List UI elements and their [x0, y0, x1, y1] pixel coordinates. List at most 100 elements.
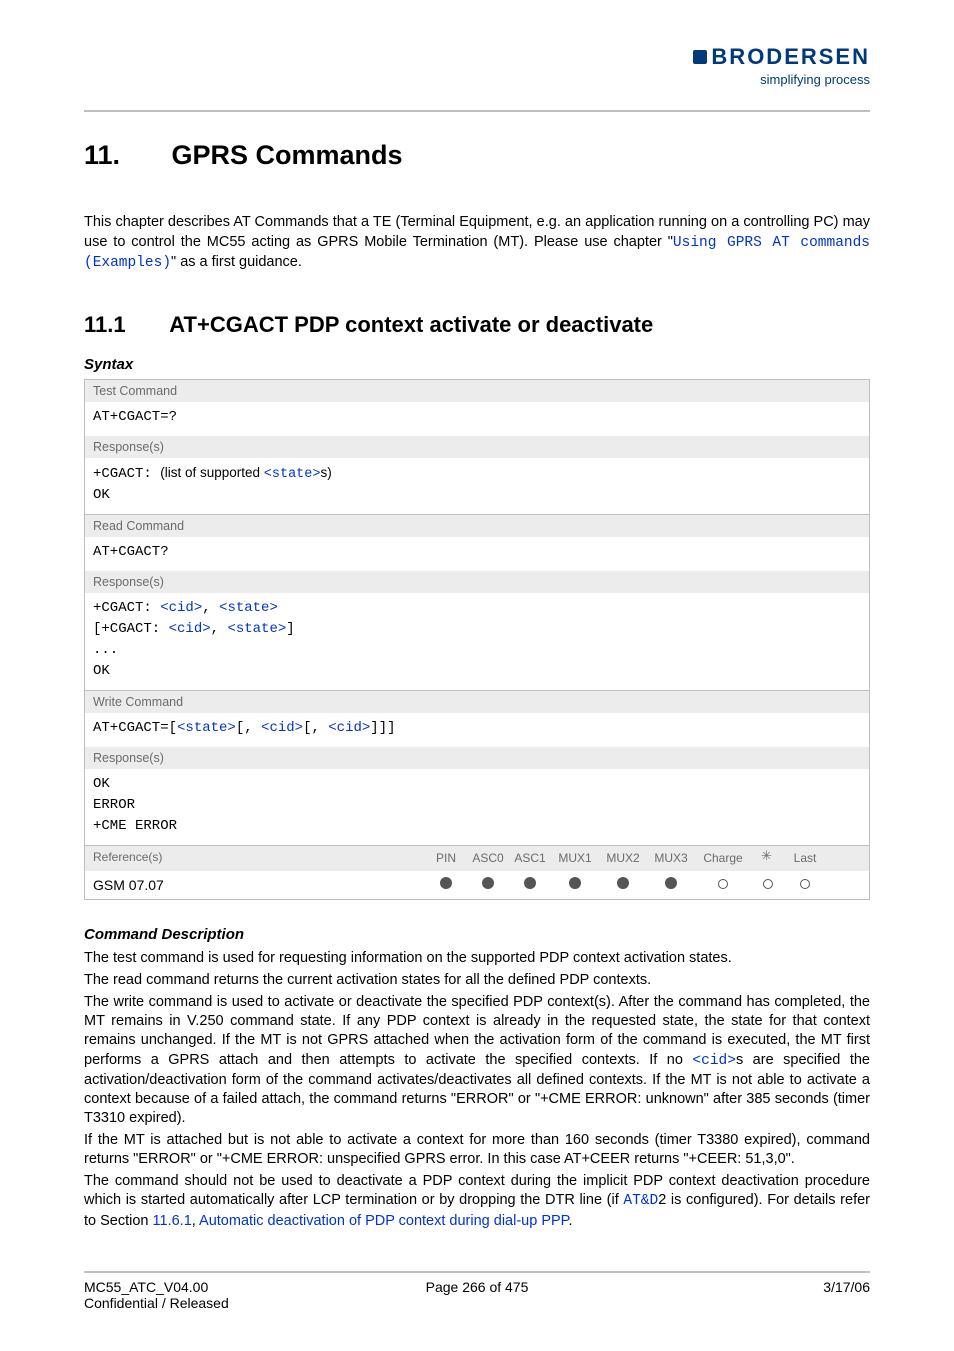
write-response-label: Response(s) [85, 747, 869, 769]
col-airplane-icon [751, 850, 785, 867]
desc-p4: If the MT is attached but is not able to… [84, 1131, 870, 1169]
cid-param[interactable]: <cid> [261, 720, 303, 736]
page-footer: MC55_ATC_V04.00 Confidential / Released … [84, 1271, 870, 1311]
syntax-table: Test Command AT+CGACT=? Response(s) +CGA… [84, 379, 870, 900]
brand-tagline: simplifying process [693, 72, 870, 87]
test-response-body: +CGACT: (list of supported <state>s) OK [85, 458, 869, 514]
dot-pin [425, 877, 467, 892]
write-ok: OK [93, 774, 861, 795]
read-command-row: Read Command AT+CGACT? Response(s) +CGAC… [85, 515, 869, 691]
state-param[interactable]: <state> [219, 600, 278, 616]
col-asc0: ASC0 [467, 851, 509, 865]
chapter-heading: 11. GPRS Commands [84, 140, 870, 171]
atd-link[interactable]: AT&D [623, 1193, 658, 1209]
resp-prefix: +CGACT: [93, 466, 160, 482]
dot-mux3 [647, 877, 695, 892]
reference-label: Reference(s) [85, 846, 425, 871]
section-title-link[interactable]: Automatic deactivation of PDP context du… [199, 1213, 568, 1229]
command-description-heading: Command Description [84, 926, 870, 943]
w-m1: [, [236, 720, 261, 736]
w-m2: [, [303, 720, 328, 736]
test-command-text: AT+CGACT=? [93, 407, 861, 428]
read-response-body: +CGACT: <cid>, <state> [+CGACT: <cid>, <… [85, 593, 869, 690]
footer-doc-id: MC55_ATC_V04.00 [84, 1279, 346, 1295]
state-param[interactable]: <state> [227, 621, 286, 637]
intro-paragraph: This chapter describes AT Commands that … [84, 213, 870, 274]
dot-charge [695, 878, 751, 892]
chapter-number: 11. [84, 140, 164, 171]
desc-p5: The command should not be used to deacti… [84, 1172, 870, 1230]
desc-p5c: , [192, 1213, 199, 1229]
dot-last [785, 878, 825, 892]
write-response-body: OK ERROR +CME ERROR [85, 769, 869, 845]
intro-text-2: " as a first guidance. [171, 254, 302, 270]
w-pre: AT+CGACT=[ [93, 720, 177, 736]
test-command-label: Test Command [85, 380, 869, 402]
section-title: AT+CGACT PDP context activate or deactiv… [169, 312, 653, 337]
read-dots: ... [93, 640, 861, 661]
cid-param[interactable]: <cid> [328, 720, 370, 736]
footer-confidential: Confidential / Released [84, 1295, 346, 1311]
write-error: ERROR [93, 795, 861, 816]
comma1: , [202, 600, 219, 616]
resp-mid: (list of supported [160, 465, 264, 480]
write-command-label: Write Command [85, 691, 869, 713]
state-param[interactable]: <state> [264, 467, 321, 482]
footer-left: MC55_ATC_V04.00 Confidential / Released [84, 1279, 346, 1311]
airplane-mode-icon [761, 850, 775, 864]
read-line2-pre: [+CGACT: [93, 621, 169, 637]
chapter-title: GPRS Commands [172, 140, 403, 170]
reference-columns-header: PIN ASC0 ASC1 MUX1 MUX2 MUX3 Charge Last [425, 846, 869, 871]
col-pin: PIN [425, 851, 467, 865]
read-command-text: AT+CGACT? [93, 542, 861, 563]
col-mux3: MUX3 [647, 851, 695, 865]
page-header: BRODERSEN simplifying process [84, 44, 870, 112]
cid-param[interactable]: <cid> [160, 600, 202, 616]
w-suf: ]]] [370, 720, 395, 736]
brand-name: BRODERSEN [711, 44, 870, 70]
dot-airplane [751, 878, 785, 892]
dot-asc0 [467, 877, 509, 892]
read-command-label: Read Command [85, 515, 869, 537]
cid-param[interactable]: <cid> [692, 1053, 736, 1069]
brand-logo: BRODERSEN [693, 44, 870, 70]
dot-asc1 [509, 877, 551, 892]
col-charge: Charge [695, 851, 751, 865]
col-asc1: ASC1 [509, 851, 551, 865]
col-last: Last [785, 851, 825, 865]
dot-mux2 [599, 877, 647, 892]
desc-p5d: . [568, 1213, 572, 1229]
section-heading: 11.1 AT+CGACT PDP context activate or de… [84, 312, 870, 338]
read-line1-pre: +CGACT: [93, 600, 160, 616]
desc-p1: The test command is used for requesting … [84, 949, 870, 968]
footer-date: 3/17/06 [608, 1279, 870, 1311]
reference-row: Reference(s) PIN ASC0 ASC1 MUX1 MUX2 MUX… [85, 846, 869, 899]
brand-block: BRODERSEN simplifying process [693, 44, 870, 87]
write-cme: +CME ERROR [93, 816, 861, 837]
test-ok: OK [93, 485, 861, 506]
write-command-text: AT+CGACT=[<state>[, <cid>[, <cid>]]] [93, 718, 861, 739]
desc-p3: The write command is used to activate or… [84, 993, 870, 1128]
desc-p2: The read command returns the current act… [84, 971, 870, 990]
test-command-row: Test Command AT+CGACT=? Response(s) +CGA… [85, 380, 869, 515]
section-number: 11.1 [84, 312, 164, 338]
cid-param[interactable]: <cid> [169, 621, 211, 637]
reference-dots [425, 871, 869, 899]
syntax-heading: Syntax [84, 356, 870, 373]
read-response-label: Response(s) [85, 571, 869, 593]
col-mux1: MUX1 [551, 851, 599, 865]
read-line2-suf: ] [286, 621, 294, 637]
state-param[interactable]: <state> [177, 720, 236, 736]
resp-suffix: s) [321, 465, 332, 480]
comma2: , [211, 621, 228, 637]
footer-page-number: Page 266 of 475 [346, 1279, 608, 1311]
read-ok: OK [93, 661, 861, 682]
section-link[interactable]: 11.6.1 [153, 1213, 192, 1229]
command-description: Command Description The test command is … [84, 926, 870, 1231]
logo-square-icon [693, 50, 707, 64]
write-command-row: Write Command AT+CGACT=[<state>[, <cid>[… [85, 691, 869, 846]
col-mux2: MUX2 [599, 851, 647, 865]
reference-value: GSM 07.07 [85, 871, 425, 899]
dot-mux1 [551, 877, 599, 892]
test-response-label: Response(s) [85, 436, 869, 458]
